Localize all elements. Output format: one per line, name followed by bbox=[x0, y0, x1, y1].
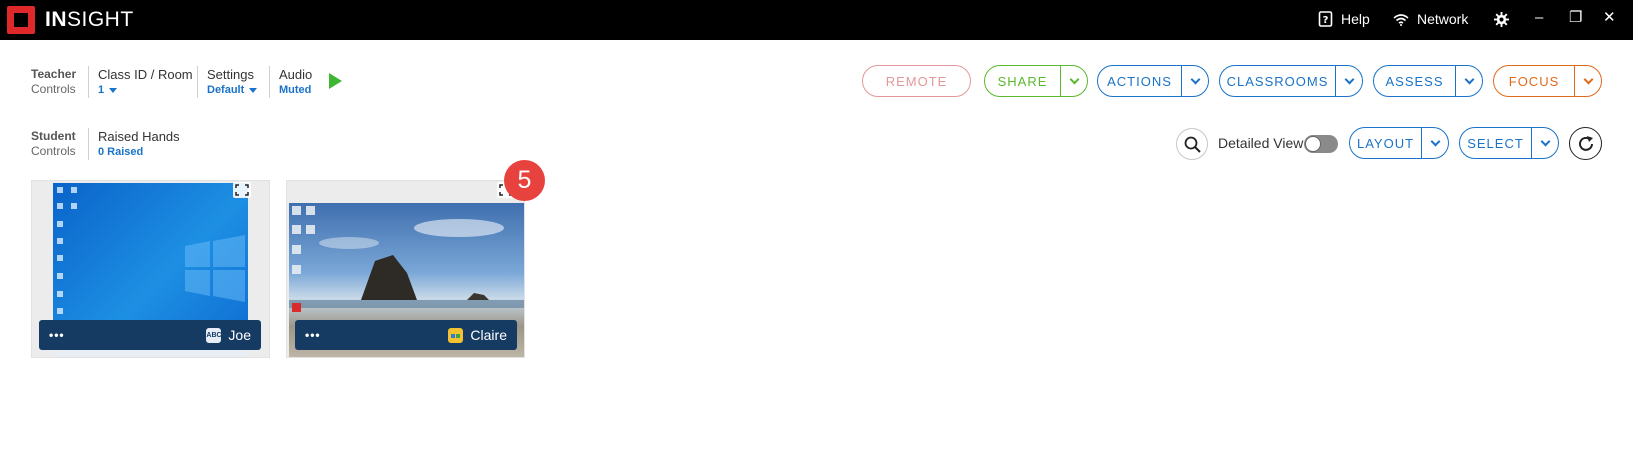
more-options-button[interactable]: ••• bbox=[305, 328, 321, 342]
wifi-icon bbox=[1393, 13, 1409, 26]
chevron-down-icon bbox=[1540, 136, 1550, 146]
student-tile-claire[interactable]: ••• Claire bbox=[286, 180, 525, 358]
help-label: Help bbox=[1341, 11, 1370, 27]
detailed-view-toggle[interactable] bbox=[1304, 135, 1338, 153]
restore-button[interactable]: ❐ bbox=[1569, 10, 1582, 25]
app-brand: INSIGHT bbox=[45, 8, 134, 31]
store-app-icon bbox=[448, 327, 464, 343]
actions-dropdown[interactable] bbox=[1181, 66, 1208, 96]
expand-icon[interactable] bbox=[233, 182, 251, 198]
search-icon bbox=[1184, 136, 1201, 153]
classrooms-button[interactable]: CLASSROOMS bbox=[1219, 65, 1363, 97]
help-icon: ? bbox=[1318, 11, 1333, 27]
select-dropdown[interactable] bbox=[1531, 128, 1558, 158]
app-logo bbox=[7, 6, 35, 34]
select-button[interactable]: SELECT bbox=[1459, 127, 1559, 159]
layout-dropdown[interactable] bbox=[1421, 128, 1448, 158]
share-dropdown[interactable] bbox=[1060, 66, 1087, 96]
caret-down-icon bbox=[109, 87, 118, 93]
focus-button[interactable]: FOCUS bbox=[1493, 65, 1602, 97]
gear-icon[interactable] bbox=[1494, 12, 1509, 27]
class-id-field[interactable]: Class ID / Room 1 bbox=[98, 67, 193, 98]
minimize-button[interactable]: – bbox=[1535, 10, 1543, 25]
settings-field[interactable]: Settings Default bbox=[207, 67, 258, 98]
chevron-down-icon bbox=[1190, 74, 1200, 84]
divider bbox=[88, 128, 89, 160]
assess-dropdown[interactable] bbox=[1455, 66, 1482, 96]
divider bbox=[197, 66, 198, 98]
keyboard-app-icon: ABC bbox=[206, 327, 222, 343]
focus-dropdown[interactable] bbox=[1574, 66, 1601, 96]
refresh-button[interactable] bbox=[1569, 127, 1602, 160]
student-tile-joe[interactable]: ••• ABC Joe bbox=[31, 180, 270, 358]
refresh-icon bbox=[1578, 135, 1593, 151]
layout-button[interactable]: LAYOUT bbox=[1349, 127, 1449, 159]
divider bbox=[269, 66, 270, 98]
student-name-bar: ••• Claire bbox=[295, 320, 517, 350]
notification-badge: 5 bbox=[504, 160, 545, 201]
student-name: Joe bbox=[228, 327, 251, 343]
student-name-bar: ••• ABC Joe bbox=[39, 320, 261, 350]
help-button[interactable]: ? Help bbox=[1318, 11, 1370, 27]
chevron-down-icon bbox=[1069, 74, 1079, 84]
chevron-down-icon bbox=[1583, 74, 1593, 84]
detailed-view-label: Detailed View bbox=[1218, 135, 1304, 151]
more-options-button[interactable]: ••• bbox=[49, 328, 65, 342]
remote-button[interactable]: REMOTE bbox=[862, 65, 971, 97]
divider bbox=[88, 66, 89, 98]
actions-button[interactable]: ACTIONS bbox=[1097, 65, 1209, 97]
network-label: Network bbox=[1417, 11, 1469, 27]
chevron-down-icon bbox=[1430, 136, 1440, 146]
chevron-down-icon bbox=[1344, 74, 1354, 84]
student-name: Claire bbox=[470, 327, 507, 343]
close-button[interactable]: ✕ bbox=[1603, 10, 1616, 25]
caret-down-icon bbox=[249, 87, 258, 93]
classrooms-dropdown[interactable] bbox=[1335, 66, 1362, 96]
audio-field: Audio Muted bbox=[279, 67, 313, 96]
play-audio-icon[interactable] bbox=[329, 73, 342, 89]
chevron-down-icon bbox=[1464, 74, 1474, 84]
search-button[interactable] bbox=[1176, 128, 1208, 160]
teacher-controls-label: Teacher Controls bbox=[31, 67, 77, 96]
network-button[interactable]: Network bbox=[1393, 11, 1468, 27]
title-bar: INSIGHT ? Help Network – ❐ ✕ bbox=[0, 0, 1633, 40]
student-controls-label: Student Controls bbox=[31, 129, 76, 158]
share-button[interactable]: SHARE bbox=[984, 65, 1088, 97]
assess-button[interactable]: ASSESS bbox=[1373, 65, 1483, 97]
svg-text:?: ? bbox=[1323, 15, 1329, 26]
raised-hands-field: Raised Hands 0 Raised bbox=[98, 129, 180, 158]
